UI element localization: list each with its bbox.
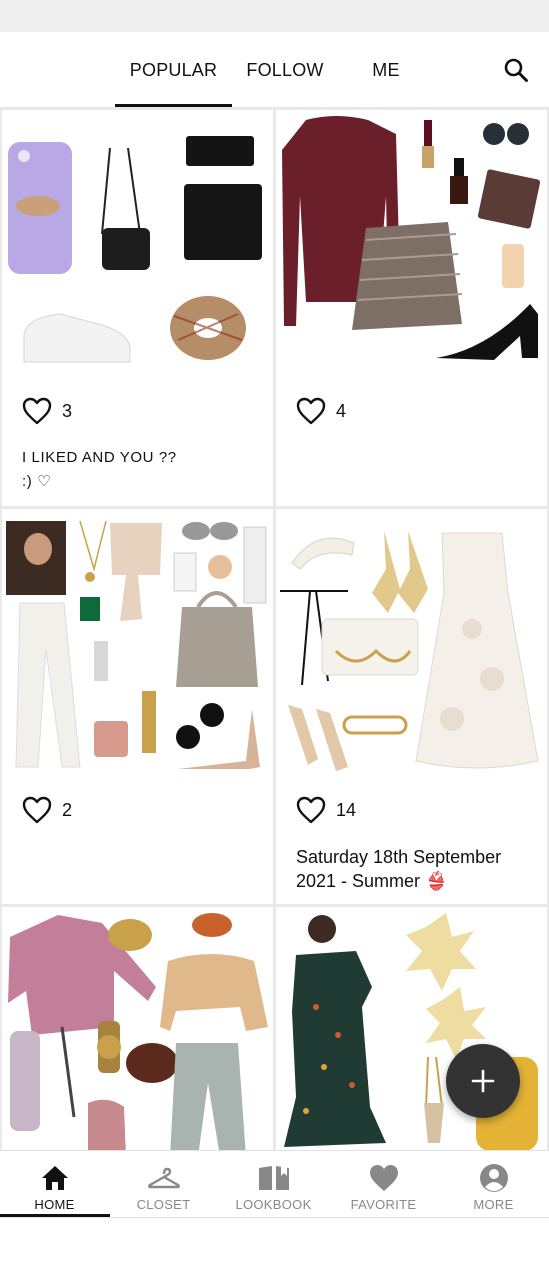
search-button[interactable] (498, 52, 534, 88)
nav-closet-label: CLOSET (136, 1197, 191, 1212)
outfit-collage-image (284, 913, 538, 1150)
outfit-collage-image (8, 913, 268, 1150)
post-caption: I LIKED AND YOU ?? :) ♡ (22, 446, 262, 494)
nav-favorite-label: FAVORITE (350, 1197, 417, 1212)
outfit-card[interactable]: 2 (2, 509, 273, 904)
tab-me[interactable]: ME (352, 32, 420, 108)
like-button[interactable]: 3 (22, 396, 72, 426)
account-icon (479, 1164, 508, 1192)
nav-favorite[interactable]: FAVORITE (329, 1151, 438, 1217)
nav-home[interactable]: HOME (0, 1151, 109, 1217)
like-count: 14 (336, 799, 357, 820)
active-nav-indicator (0, 1214, 110, 1217)
tab-follow[interactable]: FOLLOW (240, 32, 330, 108)
bottom-navigation: HOME CLOSET LOOKBOOK FAVORITE MORE (0, 1150, 549, 1218)
outfit-collage-image (280, 531, 539, 771)
active-tab-indicator (115, 104, 232, 107)
like-count: 4 (336, 400, 347, 421)
outfit-card[interactable]: 4 (276, 110, 547, 506)
nav-lookbook-label: LOOKBOOK (235, 1197, 312, 1212)
like-count: 2 (62, 799, 73, 820)
outfit-card[interactable]: 14 Saturday 18th September 2021 - Summer… (276, 509, 547, 904)
outfit-collage-image (8, 136, 262, 363)
status-bar (0, 0, 549, 32)
nav-closet[interactable]: CLOSET (109, 1151, 218, 1217)
outfit-card[interactable] (276, 907, 547, 1150)
heart-outline-icon (296, 397, 326, 425)
add-outfit-button[interactable] (446, 1044, 520, 1118)
outfit-collage-image (6, 520, 267, 769)
like-button[interactable]: 14 (296, 795, 356, 825)
outfit-feed-grid: 3 I LIKED AND YOU ?? :) ♡ 4 2 14 Saturda… (0, 108, 549, 1150)
book-icon (258, 1166, 289, 1190)
top-tab-bar: POPULAR FOLLOW ME (0, 32, 549, 108)
post-caption: Saturday 18th September 2021 - Summer 👙 (296, 845, 546, 893)
heart-outline-icon (22, 796, 52, 824)
caption-line: I LIKED AND YOU ?? (22, 449, 177, 466)
search-icon (504, 58, 528, 82)
caption-line: Saturday 18th September (296, 847, 502, 867)
like-button[interactable]: 2 (22, 795, 72, 825)
caption-line: :) ♡ (22, 473, 52, 490)
outfit-card[interactable]: 3 I LIKED AND YOU ?? :) ♡ (2, 110, 273, 506)
tab-popular[interactable]: POPULAR (115, 32, 232, 108)
like-button[interactable]: 4 (296, 396, 346, 426)
plus-icon (471, 1069, 495, 1093)
hanger-icon (147, 1167, 180, 1189)
home-icon (41, 1166, 68, 1190)
heart-icon (369, 1165, 398, 1191)
nav-home-label: HOME (34, 1197, 75, 1212)
caption-line: 2021 - Summer 👙 (296, 871, 448, 891)
system-nav-area (0, 1218, 549, 1280)
outfit-card[interactable] (2, 907, 273, 1150)
heart-outline-icon (296, 796, 326, 824)
like-count: 3 (62, 400, 73, 421)
outfit-collage-image (282, 116, 541, 360)
nav-lookbook[interactable]: LOOKBOOK (219, 1151, 328, 1217)
heart-outline-icon (22, 397, 52, 425)
nav-more-label: MORE (473, 1197, 514, 1212)
nav-more[interactable]: MORE (439, 1151, 548, 1217)
